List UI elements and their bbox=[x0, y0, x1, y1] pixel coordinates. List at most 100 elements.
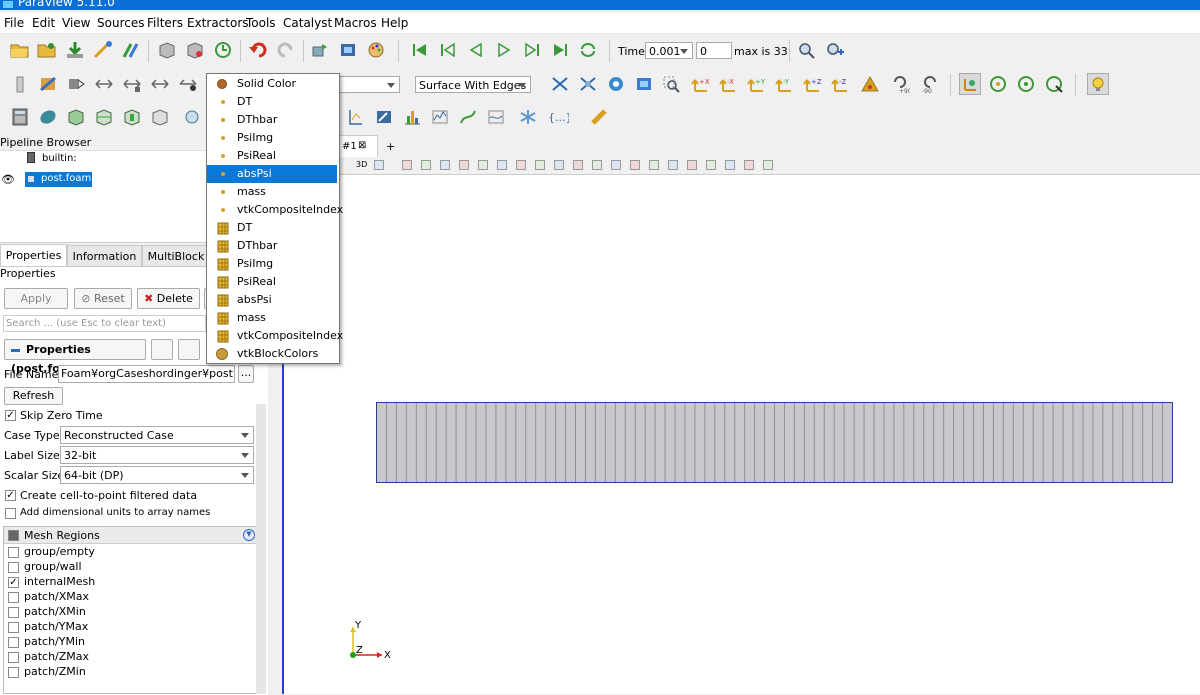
last-frame-icon[interactable] bbox=[549, 39, 571, 61]
plus-icon[interactable] bbox=[725, 160, 735, 170]
mesh-region-checkbox[interactable] bbox=[8, 622, 19, 633]
view-plus-z-icon[interactable]: +Z bbox=[801, 73, 823, 95]
pipeline-root[interactable]: builtin: bbox=[42, 153, 77, 164]
recent-files-icon[interactable] bbox=[36, 39, 58, 61]
view-minus-z-icon[interactable]: -Z bbox=[829, 73, 851, 95]
play-backward-icon[interactable] bbox=[465, 39, 487, 61]
query-icon[interactable] bbox=[687, 160, 697, 170]
save-data-icon[interactable] bbox=[64, 39, 86, 61]
rescale-visible-icon[interactable] bbox=[149, 73, 171, 95]
color-by-option[interactable]: Solid Color bbox=[207, 75, 337, 93]
color-by-option[interactable]: mass bbox=[207, 183, 337, 201]
rescale-custom-icon[interactable] bbox=[93, 73, 115, 95]
view-minus-x-icon[interactable]: -X bbox=[717, 73, 739, 95]
threshold-icon[interactable] bbox=[121, 106, 143, 128]
view-minus-y-icon[interactable]: -Y bbox=[773, 73, 795, 95]
color-palette-icon[interactable] bbox=[365, 39, 387, 61]
edit-color-map-icon[interactable] bbox=[37, 73, 59, 95]
zoom-box-icon[interactable] bbox=[633, 73, 655, 95]
select-block-icon[interactable] bbox=[478, 160, 488, 170]
find-data-icon[interactable] bbox=[337, 39, 359, 61]
rescale-temporal-icon[interactable] bbox=[121, 73, 143, 95]
color-by-option[interactable]: DThbar bbox=[207, 111, 337, 129]
apply-button[interactable]: Apply bbox=[4, 288, 68, 309]
select-polygon-points-icon[interactable] bbox=[592, 160, 602, 170]
camera-capture-icon[interactable] bbox=[374, 160, 384, 170]
mesh-region-checkbox[interactable] bbox=[8, 652, 19, 663]
pick-center-icon[interactable] bbox=[1043, 73, 1065, 95]
first-frame-icon[interactable] bbox=[409, 39, 431, 61]
menu-help[interactable]: Help bbox=[381, 16, 408, 30]
color-by-option[interactable]: absPsi bbox=[207, 291, 337, 309]
color-by-option[interactable]: PsiReal bbox=[207, 147, 337, 165]
rotate-plus-90-icon[interactable]: +90 bbox=[889, 73, 911, 95]
plot-data-icon[interactable] bbox=[429, 106, 451, 128]
edit-selection-icon[interactable] bbox=[611, 160, 621, 170]
color-by-option[interactable]: vtkCompositeIndex bbox=[207, 327, 343, 345]
mesh-region-checkbox[interactable] bbox=[8, 562, 19, 573]
view-plus-x-icon[interactable]: +X bbox=[689, 73, 711, 95]
isometric-view-icon[interactable] bbox=[859, 73, 881, 95]
tab-properties[interactable]: Properties bbox=[0, 244, 67, 266]
mesh-regions-select-all[interactable] bbox=[8, 530, 19, 541]
trash-icon[interactable] bbox=[763, 160, 773, 170]
color-by-option[interactable]: PsiImg bbox=[207, 255, 337, 273]
select-cells-icon[interactable] bbox=[421, 160, 431, 170]
save-state-icon[interactable] bbox=[156, 39, 178, 61]
scalar-size-select[interactable]: 64-bit (DP) bbox=[60, 466, 254, 484]
stream-tracer-icon[interactable] bbox=[457, 106, 479, 128]
add-view-tab[interactable]: + bbox=[386, 140, 395, 153]
histogram-icon[interactable] bbox=[401, 106, 423, 128]
cell-to-point-checkbox[interactable]: ✓ bbox=[5, 490, 16, 501]
file-name-input[interactable]: Foam¥orgCaseshordinger¥post.foam bbox=[58, 365, 235, 383]
menu-filters[interactable]: Filters bbox=[147, 16, 183, 30]
toggle-interaction-icon[interactable] bbox=[402, 160, 412, 170]
properties-section-toggle[interactable]: Properties (post.foa bbox=[4, 339, 146, 375]
calculator-icon[interactable] bbox=[9, 106, 31, 128]
hover-points-icon[interactable] bbox=[535, 160, 545, 170]
toggle-color-legend-icon[interactable] bbox=[9, 73, 31, 95]
browse-button[interactable]: ... bbox=[238, 365, 254, 383]
minus-icon[interactable] bbox=[744, 160, 754, 170]
redo-icon[interactable] bbox=[275, 39, 297, 61]
properties-scrollbar[interactable] bbox=[256, 404, 266, 694]
color-by-option[interactable]: DT bbox=[207, 219, 337, 237]
refresh-button[interactable]: Refresh bbox=[4, 387, 63, 405]
probe-icon[interactable] bbox=[485, 106, 507, 128]
glyph-icon[interactable] bbox=[181, 106, 203, 128]
case-type-select[interactable]: Reconstructed Case bbox=[60, 426, 254, 444]
select-points-icon[interactable] bbox=[440, 160, 450, 170]
connect-icon[interactable] bbox=[92, 39, 114, 61]
python-script-icon[interactable]: {...} bbox=[547, 106, 569, 128]
extract-subset-icon[interactable] bbox=[149, 106, 171, 128]
rescale-visible-eye-icon[interactable] bbox=[177, 73, 199, 95]
zoom-closest-icon[interactable] bbox=[824, 39, 846, 61]
paste-properties-icon[interactable] bbox=[178, 339, 200, 360]
previous-frame-icon[interactable] bbox=[437, 39, 459, 61]
shrink-selection-icon[interactable] bbox=[649, 160, 659, 170]
hover-cells-icon[interactable] bbox=[554, 160, 564, 170]
clear-selection-icon[interactable] bbox=[668, 160, 678, 170]
zoom-to-box-icon[interactable] bbox=[661, 73, 683, 95]
select-frustum-icon[interactable] bbox=[459, 160, 469, 170]
mesh-region-checkbox[interactable] bbox=[8, 667, 19, 678]
color-by-option[interactable]: mass bbox=[207, 309, 337, 327]
loop-icon[interactable] bbox=[577, 39, 599, 61]
interactive-select-cells-icon[interactable] bbox=[497, 160, 507, 170]
menu-catalyst[interactable]: Catalyst bbox=[283, 16, 332, 30]
reset-button[interactable]: ⊘ Reset bbox=[74, 288, 132, 309]
visibility-eye-icon[interactable]: 👁 bbox=[1, 173, 15, 186]
tab-multiblock[interactable]: MultiBlock bbox=[142, 245, 210, 267]
reset-range-icon[interactable] bbox=[65, 73, 87, 95]
menu-view[interactable]: View bbox=[62, 16, 90, 30]
clip-icon[interactable] bbox=[65, 106, 87, 128]
pipeline-item-post-foam[interactable]: post.foam bbox=[25, 172, 92, 187]
mesh-region-checkbox[interactable] bbox=[8, 607, 19, 618]
mesh-region-checkbox[interactable]: ✓ bbox=[8, 577, 19, 588]
center-on-data-icon[interactable] bbox=[605, 73, 627, 95]
color-by-option[interactable]: absPsi bbox=[207, 165, 337, 183]
warp-by-vector-icon[interactable] bbox=[373, 106, 395, 128]
copy-properties-icon[interactable] bbox=[151, 339, 173, 360]
grow-selection-icon[interactable] bbox=[630, 160, 640, 170]
skip-zero-time-checkbox[interactable]: ✓ bbox=[5, 410, 16, 421]
